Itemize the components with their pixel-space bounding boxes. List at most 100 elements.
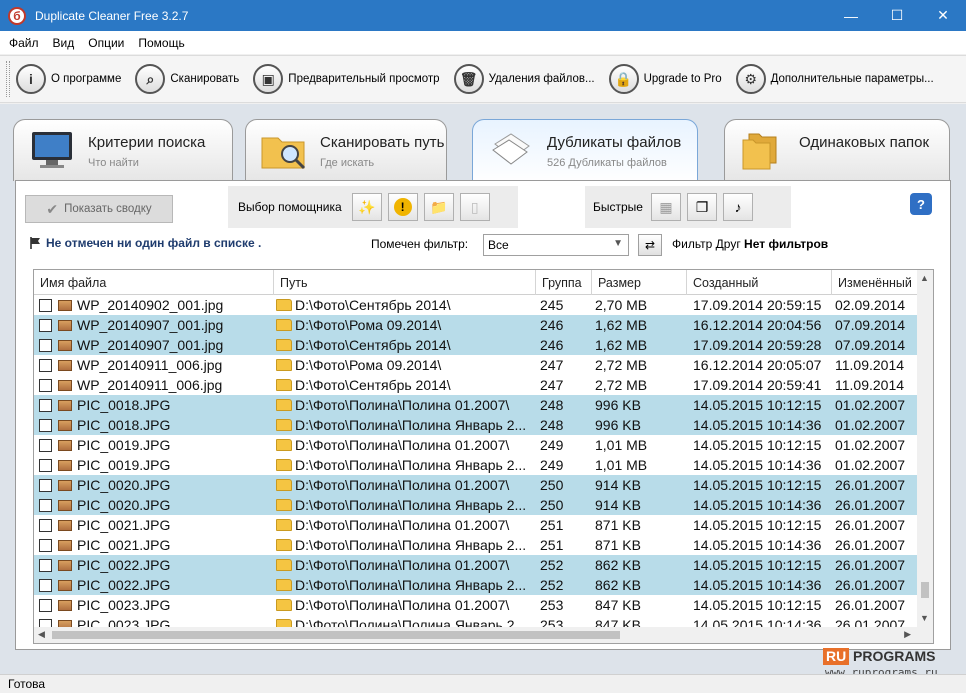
filter-dropdown[interactable]: Все ▼ (483, 234, 629, 256)
row-checkbox[interactable] (39, 538, 52, 552)
table-row[interactable]: WP_20140911_006.jpg D:\Фото\Сентябрь 2014… (34, 375, 919, 395)
about-button[interactable]: i О программе (16, 64, 121, 94)
cell-modified: 26.01.2007 (835, 497, 906, 513)
column-header-group[interactable]: Группа (536, 270, 592, 295)
refresh-icon: ⇄ (644, 238, 656, 252)
folder-icon (276, 379, 292, 391)
row-checkbox[interactable] (39, 438, 52, 452)
cell-created: 14.05.2015 10:12:15 (693, 397, 822, 413)
table-row[interactable]: PIC_0018.JPG D:\Фото\Полина\Полина Январь… (34, 415, 919, 435)
file-name: PIC_0021.JPG (77, 517, 171, 533)
table-row[interactable]: WP_20140907_001.jpg D:\Фото\Рома 09.2014\… (34, 315, 919, 335)
table-row[interactable]: WP_20140911_006.jpg D:\Фото\Рома 09.2014\… (34, 355, 919, 375)
row-checkbox[interactable] (39, 558, 52, 572)
table-row[interactable]: PIC_0018.JPG D:\Фото\Полина\Полина 01.200… (34, 395, 919, 415)
friend-filter-value: Нет фильтров (744, 237, 829, 251)
image-file-icon (58, 439, 72, 451)
menu-options[interactable]: Опции (88, 36, 124, 50)
row-checkbox[interactable] (39, 478, 52, 492)
help-button[interactable]: ? (910, 193, 932, 215)
folder-icon (276, 319, 292, 331)
toolbar-grip[interactable] (6, 61, 10, 97)
gear-icon: ⚙ (735, 64, 766, 94)
minimize-button[interactable]: — (828, 0, 874, 31)
tab-duplicate-files[interactable]: Дубликаты файлов 526 Дубликаты файлов (472, 119, 698, 183)
table-row[interactable]: PIC_0019.JPG D:\Фото\Полина\Полина 01.200… (34, 435, 919, 455)
row-checkbox[interactable] (39, 378, 52, 392)
tab-title: Сканировать путь (320, 134, 445, 151)
file-name: PIC_0021.JPG (77, 537, 171, 553)
table-row[interactable]: PIC_0019.JPG D:\Фото\Полина\Полина Январь… (34, 455, 919, 475)
scroll-left-icon[interactable]: ◀ (38, 629, 45, 640)
assistant-label: Выбор помощника (238, 200, 342, 214)
cell-created: 17.09.2014 20:59:15 (693, 297, 822, 313)
table-row[interactable]: PIC_0022.JPG D:\Фото\Полина\Полина 01.200… (34, 555, 919, 575)
tab-search-criteria[interactable]: Критерии поиска Что найти (13, 119, 233, 181)
row-checkbox[interactable] (39, 398, 52, 412)
table-row[interactable]: WP_20140902_001.jpg D:\Фото\Сентябрь 2014… (34, 295, 919, 315)
delete-files-button[interactable]: 🗑 Удаления файлов... (453, 64, 595, 94)
cell-modified: 26.01.2007 (835, 557, 906, 573)
refresh-filter-button[interactable]: ⇄ (638, 234, 662, 256)
cell-size: 996 KB (595, 397, 641, 413)
upgrade-button[interactable]: 🔒 Upgrade to Pro (608, 64, 722, 94)
row-checkbox[interactable] (39, 498, 52, 512)
folder-heart-icon: 📁 (429, 198, 448, 215)
magic-wand-button[interactable]: ✨ (351, 193, 382, 221)
preview-button[interactable]: ▣ Предварительный просмотр (253, 64, 440, 94)
warning-button[interactable]: ! (387, 193, 418, 221)
row-checkbox[interactable] (39, 418, 52, 432)
row-checkbox[interactable] (39, 598, 52, 612)
row-checkbox[interactable] (39, 298, 52, 312)
table-row[interactable]: PIC_0021.JPG D:\Фото\Полина\Полина 01.200… (34, 515, 919, 535)
tab-scan-path[interactable]: Сканировать путь Где искать (245, 119, 447, 181)
row-checkbox[interactable] (39, 358, 52, 372)
cell-created: 14.05.2015 10:14:36 (693, 577, 822, 593)
horizontal-scrollbar[interactable]: ◀ ▶ (34, 627, 919, 643)
column-header-path[interactable]: Путь (274, 270, 536, 295)
scroll-right-icon[interactable]: ▶ (904, 629, 911, 640)
hscroll-thumb[interactable] (52, 631, 620, 639)
folder-icon (276, 459, 292, 471)
column-header-name[interactable]: Имя файла (34, 270, 274, 295)
tab-identical-folders[interactable]: Одинаковых папок (724, 119, 950, 181)
row-checkbox[interactable] (39, 458, 52, 472)
table-row[interactable]: PIC_0020.JPG D:\Фото\Полина\Полина Январь… (34, 495, 919, 515)
column-header-modified[interactable]: Изменённый (832, 270, 919, 295)
table-row[interactable]: PIC_0023.JPG D:\Фото\Полина\Полина 01.200… (34, 595, 919, 615)
menu-help[interactable]: Помощь (138, 36, 184, 50)
cell-path: D:\Фото\Полина\Полина 01.2007\ (274, 395, 536, 415)
scroll-down-icon[interactable]: ▼ (920, 613, 929, 623)
scroll-up-icon[interactable]: ▲ (920, 273, 929, 283)
file-path: D:\Фото\Полина\Полина Январь 2... (295, 457, 527, 473)
folder-search-icon (261, 137, 306, 170)
row-checkbox[interactable] (39, 318, 52, 332)
table-row[interactable]: PIC_0022.JPG D:\Фото\Полина\Полина Январь… (34, 575, 919, 595)
folder-mark-button[interactable]: 📁 (423, 193, 454, 221)
cell-created: 14.05.2015 10:12:15 (693, 477, 822, 493)
cell-name: PIC_0020.JPG (34, 495, 274, 515)
row-checkbox[interactable] (39, 578, 52, 592)
show-summary-button[interactable]: ✔ Показать сводку (25, 195, 173, 223)
row-checkbox[interactable] (39, 518, 52, 532)
column-header-size[interactable]: Размер (592, 270, 687, 295)
column-header-created[interactable]: Созданный (687, 270, 832, 295)
row-checkbox[interactable] (39, 338, 52, 352)
maximize-button[interactable]: ☐ (874, 0, 920, 31)
music-button[interactable]: ♪ (722, 193, 753, 221)
tab-subtitle: Где искать (320, 157, 375, 169)
scroll-thumb[interactable] (921, 582, 929, 598)
table-row[interactable]: PIC_0020.JPG D:\Фото\Полина\Полина 01.200… (34, 475, 919, 495)
menu-file[interactable]: Файл (9, 36, 39, 50)
grid-view-button[interactable]: ▦ (650, 193, 681, 221)
windows-view-button[interactable]: ❐ (686, 193, 717, 221)
close-button[interactable]: ✕ (920, 0, 966, 31)
table-row[interactable]: WP_20140907_001.jpg D:\Фото\Сентябрь 2014… (34, 335, 919, 355)
vertical-scrollbar[interactable]: ▲ ▼ (917, 270, 933, 643)
image-file-icon (58, 359, 72, 371)
advanced-options-button[interactable]: ⚙ Дополнительные параметры... (735, 64, 934, 94)
menu-view[interactable]: Вид (53, 36, 75, 50)
file-mark-button[interactable]: ▯ (459, 193, 490, 221)
scan-button[interactable]: ⌕ Сканировать (135, 64, 239, 94)
table-row[interactable]: PIC_0021.JPG D:\Фото\Полина\Полина Январь… (34, 535, 919, 555)
